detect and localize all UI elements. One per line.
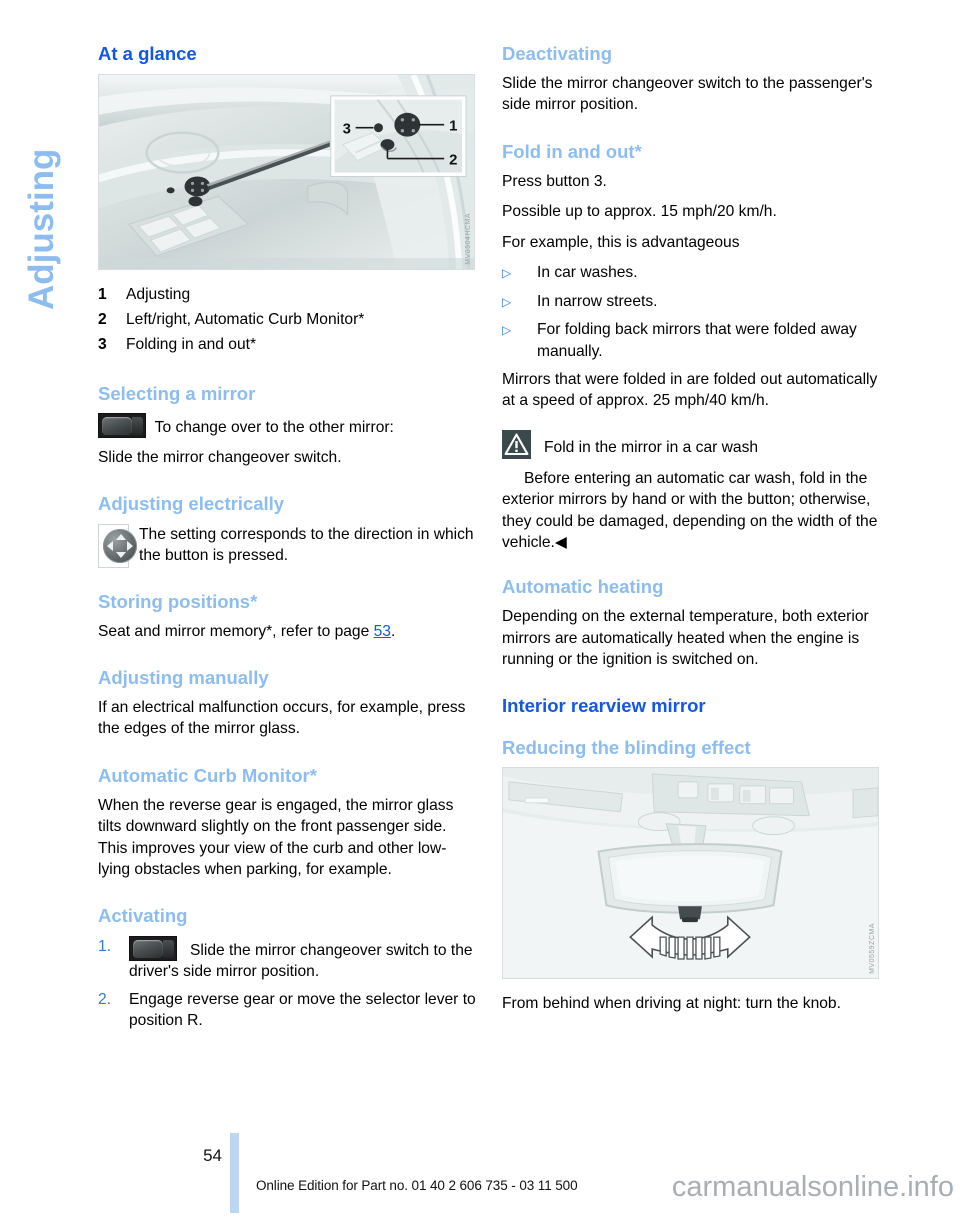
activating-step-number: 1. — [98, 937, 112, 955]
page-reference-link[interactable]: 53 — [374, 623, 391, 640]
footer-accent-bar — [230, 1133, 239, 1213]
figure-mirror-controls-artwork: 1 3 2 — [99, 75, 474, 270]
storing-positions-text-b: . — [390, 622, 396, 640]
adjusting-electrically-text: The setting corresponds to the direction… — [139, 525, 474, 564]
bullet-item: ▷ In car washes. — [502, 262, 880, 284]
selecting-a-mirror-line-2: Slide the mirror changeover switch. — [98, 449, 342, 467]
fold-line-3: For example, this is advantageous — [502, 233, 740, 251]
activating-step: 2. Engage reverse gear or move the selec… — [98, 989, 476, 1032]
page-number: 54 — [203, 1146, 222, 1165]
figure-caption: From behind when driving at night: turn … — [502, 994, 841, 1012]
warning-triangle-icon — [502, 429, 531, 459]
left-column: At a glance 1 3 2 MV0504HCMA 1 Adjusting… — [98, 42, 476, 1038]
activating-step-text: Slide the mirror changeover switch to th… — [129, 935, 476, 983]
activating-step-list: 1. Slide the mirror changeover switch to… — [98, 935, 476, 1032]
triangle-bullet-icon: ▷ — [502, 294, 512, 309]
warning-note-title-row: Fold in the mirror in a car wash — [502, 429, 880, 459]
legend-item-number: 1 — [98, 286, 107, 304]
activating-step-label: Slide the mirror changeover switch to th… — [129, 941, 473, 981]
deactivating-text: Slide the mirror changeover switch to th… — [502, 75, 873, 114]
right-column: Deactivating Slide the mirror changeover… — [502, 42, 880, 1014]
triangle-bullet-icon: ▷ — [502, 266, 512, 281]
selecting-a-mirror-line-1: To change over to the other mirror: — [98, 412, 476, 438]
bullet-item-label: In narrow streets. — [537, 292, 658, 310]
bullet-item-label: For folding back mirrors that were folde… — [537, 321, 857, 360]
activating-step-number: 2. — [98, 990, 112, 1008]
figure-id-label: MV0559ZCMA — [869, 922, 876, 974]
storing-positions-text-a: Seat and mirror memory*, refer to page — [98, 622, 374, 640]
heading-at-a-glance: At a glance — [98, 43, 197, 64]
legend-item-number: 3 — [98, 336, 107, 354]
heading-interior-rearview-mirror: Interior rearview mirror — [502, 695, 706, 717]
heading-storing-positions: Storing positions* — [98, 590, 258, 612]
page-footer: 54 Online Edition for Part no. 01 40 2 6… — [0, 1132, 960, 1222]
bullet-item: ▷ For folding back mirrors that were fol… — [502, 319, 880, 362]
storing-positions-text: Seat and mirror memory*, refer to page 5… — [98, 621, 476, 642]
svg-text:2: 2 — [449, 153, 457, 169]
legend-item: 3 Folding in and out* — [98, 334, 476, 356]
fold-line-1: Press button 3. — [502, 172, 607, 190]
heading-deactivating: Deactivating — [502, 43, 613, 64]
warning-note-body: Before entering an automatic car wash, f… — [502, 469, 878, 551]
figure-legend-list: 1 Adjusting 2 Left/right, Automatic Curb… — [98, 284, 476, 356]
heading-adjusting-electrically: Adjusting electrically — [98, 493, 285, 515]
automatic-curb-monitor-text: When the reverse gear is engaged, the mi… — [98, 796, 454, 879]
fold-advantages-list: ▷ In car washes. ▷ In narrow streets. ▷ … — [502, 262, 880, 362]
bullet-item-label: In car washes. — [537, 264, 638, 282]
chapter-side-tab-label: Adjusting — [22, 148, 61, 310]
legend-item-label: Left/right, Automatic Curb Monitor* — [126, 311, 365, 329]
adjusting-electrically-row: The setting corresponds to the direction… — [98, 523, 476, 568]
triangle-bullet-icon: ▷ — [502, 323, 512, 338]
svg-text:1: 1 — [449, 119, 457, 135]
heading-selecting-a-mirror: Selecting a mirror — [98, 382, 256, 404]
selecting-a-mirror-line-1-text: To change over to the other mirror: — [154, 418, 394, 436]
warning-note: Fold in the mirror in a car wash Before … — [502, 429, 880, 553]
figure-mirror-controls: 1 3 2 MV0504HCMA — [98, 74, 475, 271]
figure-id-label: MV0504HCMA — [465, 213, 472, 266]
adjusting-manually-text: If an electrical malfunction occurs, for… — [98, 699, 466, 738]
heading-automatic-curb-monitor: Automatic Curb Monitor* — [98, 764, 317, 786]
chapter-side-tab: Adjusting — [0, 0, 86, 1100]
activating-step-label: Engage reverse gear or move the selector… — [129, 990, 476, 1030]
bullet-item: ▷ In narrow streets. — [502, 291, 880, 313]
site-watermark: carmanualsonline.info — [671, 1171, 954, 1203]
heading-automatic-heating: Automatic heating — [502, 576, 664, 598]
edition-notice: Online Edition for Part no. 01 40 2 606 … — [256, 1178, 578, 1193]
legend-item-label: Folding in and out* — [126, 336, 257, 354]
legend-item: 1 Adjusting — [98, 284, 476, 306]
mirror-changeover-switch-icon — [98, 412, 146, 438]
figure-interior-rearview-mirror-artwork — [503, 767, 878, 978]
heading-adjusting-manually: Adjusting manually — [98, 667, 269, 688]
legend-item: 2 Left/right, Automatic Curb Monitor* — [98, 309, 476, 331]
svg-text:3: 3 — [343, 122, 351, 138]
automatic-heating-text: Depending on the external temperature, b… — [502, 608, 869, 669]
fold-line-2: Possible up to approx. 15 mph/20 km/h. — [502, 203, 777, 221]
mirror-changeover-switch-icon — [129, 935, 177, 961]
heading-activating: Activating — [98, 905, 188, 927]
legend-item-label: Adjusting — [126, 286, 191, 304]
mirror-joystick-button-icon — [98, 523, 137, 568]
heading-fold-in-and-out: Fold in and out* — [502, 140, 642, 162]
figure-interior-rearview-mirror: MV0559ZCMA — [502, 766, 879, 979]
activating-step: 1. Slide the mirror changeover switch to… — [98, 935, 476, 983]
heading-reducing-blinding-effect: Reducing the blinding effect — [502, 736, 751, 758]
fold-line-4: Mirrors that were folded in are folded o… — [502, 371, 878, 410]
legend-item-number: 2 — [98, 311, 107, 329]
warning-note-title: Fold in the mirror in a car wash — [544, 438, 759, 456]
